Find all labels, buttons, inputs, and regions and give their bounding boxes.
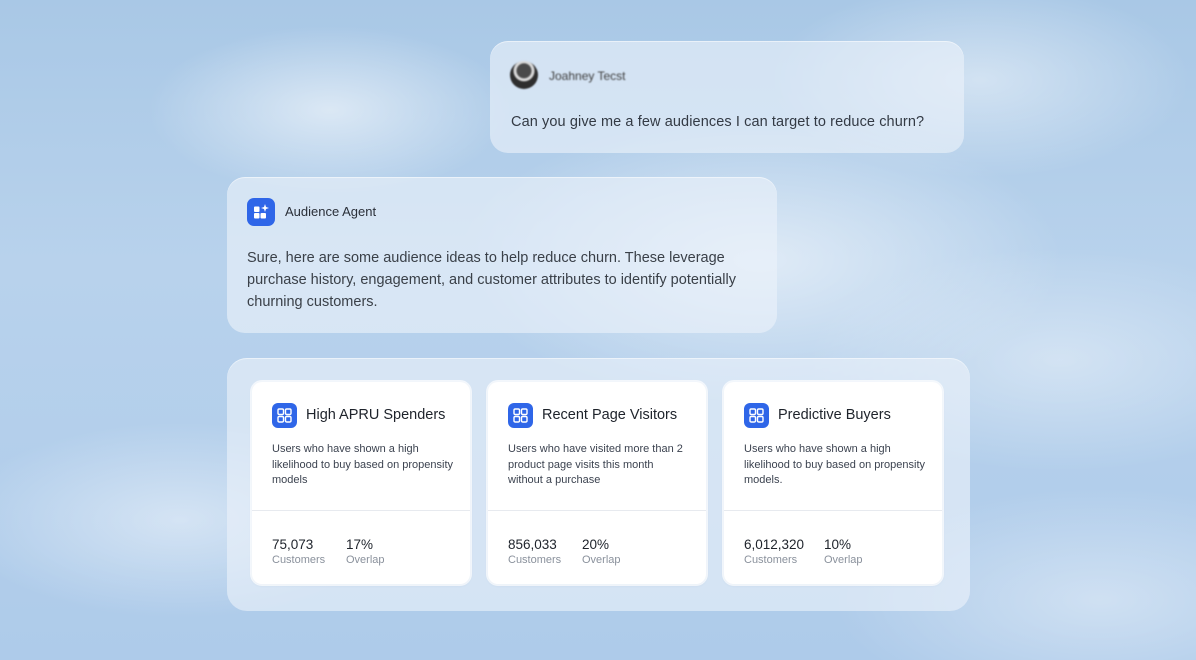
- audience-card-title: High APRU Spenders: [306, 407, 446, 423]
- agent-message-text: Sure, here are some audience ideas to he…: [247, 250, 736, 310]
- customers-label: Customers: [744, 554, 798, 566]
- audience-card-title: Predictive Buyers: [778, 407, 891, 423]
- user-name: Joahney Tecst: [549, 69, 626, 83]
- card-divider: [724, 510, 942, 511]
- customers-stat: 856,033 Customers: [508, 537, 561, 567]
- overlap-value: 10%: [824, 537, 852, 552]
- audience-card-description: Users who have shown a high likelihood t…: [272, 443, 454, 486]
- customers-value: 856,033: [508, 537, 557, 552]
- user-avatar: [510, 61, 538, 89]
- audience-card-title: Recent Page Visitors: [542, 407, 678, 423]
- card-divider: [252, 510, 470, 511]
- user-message-bubble: Joahney Tecst Can you give me a few audi…: [490, 41, 964, 153]
- sparkle-grid-icon: [247, 198, 275, 226]
- segment-grid-icon: [508, 403, 533, 428]
- audience-card-description: Users who have shown a high likelihood t…: [744, 443, 926, 486]
- agent-name: Audience Agent: [285, 204, 377, 219]
- overlap-stat: 10% Overlap: [824, 537, 863, 567]
- agent-message-bubble: Audience Agent Sure, here are some audie…: [227, 177, 777, 333]
- overlap-label: Overlap: [824, 554, 863, 566]
- audience-card-predictive-buyers[interactable]: Predictive Buyers Users who have shown a…: [724, 382, 942, 584]
- overlap-label: Overlap: [582, 554, 621, 566]
- customers-stat: 75,073 Customers: [272, 537, 325, 567]
- customers-value: 75,073: [272, 537, 314, 552]
- segment-grid-icon: [272, 403, 297, 428]
- customers-value: 6,012,320: [744, 537, 805, 552]
- overlap-label: Overlap: [346, 554, 385, 566]
- overlap-value: 20%: [582, 537, 610, 552]
- chat-screen: { "user": { "name": "Joahney Tecst", "me…: [0, 0, 1196, 660]
- overlap-stat: 20% Overlap: [582, 537, 621, 567]
- overlap-stat: 17% Overlap: [346, 537, 385, 567]
- user-message-text: Can you give me a few audiences I can ta…: [511, 114, 925, 130]
- card-divider: [488, 510, 706, 511]
- audience-card-description: Users who have visited more than 2 produ…: [508, 443, 683, 486]
- customers-label: Customers: [508, 554, 562, 566]
- audience-card-high-apru-spenders[interactable]: High APRU Spenders Users who have shown …: [252, 382, 470, 584]
- segment-grid-icon: [744, 403, 769, 428]
- overlap-value: 17%: [346, 537, 374, 552]
- audience-suggestions-panel: High APRU Spenders Users who have shown …: [227, 358, 970, 611]
- customers-label: Customers: [272, 554, 326, 566]
- customers-stat: 6,012,320 Customers: [744, 537, 804, 567]
- audience-card-recent-page-visitors[interactable]: Recent Page Visitors Users who have visi…: [488, 382, 706, 584]
